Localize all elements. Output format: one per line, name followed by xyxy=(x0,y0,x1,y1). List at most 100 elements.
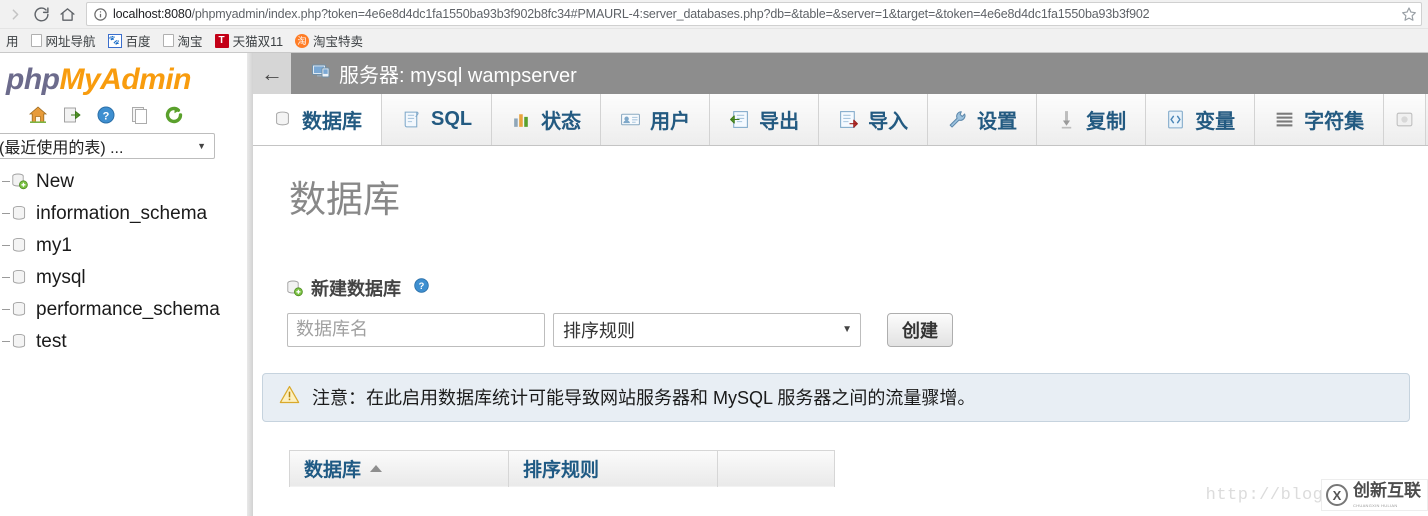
sort-ascending-icon xyxy=(370,465,383,473)
tab-variables[interactable]: 变量 xyxy=(1146,94,1256,145)
table-header-row: 数据库 排序规则 xyxy=(289,449,835,488)
column-header-label: 排序规则 xyxy=(523,460,600,482)
tab-users[interactable]: 用户 xyxy=(601,94,711,145)
server-title: 服务器: mysql wampserver xyxy=(311,59,577,88)
server-header: ← 服务器: mysql wampserver xyxy=(253,53,1428,94)
tab-sql[interactable]: SQL xyxy=(382,94,493,145)
watermark: http://blog.csdn.ne X 创新互联 CHUANGXIN HUL… xyxy=(1206,479,1428,511)
collation-selected-value: 排序规则 xyxy=(563,320,635,341)
tab-settings[interactable]: 设置 xyxy=(928,94,1038,145)
tab-label: 用户 xyxy=(650,111,691,133)
new-database-icon xyxy=(285,279,303,297)
url-path: /phpmyadmin/index.php?token=4e6e8d4dc1fa… xyxy=(191,7,1150,21)
home-icon[interactable] xyxy=(28,105,48,125)
new-database-label: 新建数据库 xyxy=(311,278,401,299)
page-icon xyxy=(30,34,42,47)
url-bar[interactable]: localhost:8080/phpmyadmin/index.php?toke… xyxy=(86,2,1422,26)
docs-icon[interactable] xyxy=(130,105,150,125)
watermark-badge-subtext: CHUANGXIN HULIAN xyxy=(1353,503,1398,508)
sidebar-item-information-schema[interactable]: information_schema xyxy=(0,197,253,229)
sidebar-toolbar: ? xyxy=(0,99,253,129)
tab-export[interactable]: 导出 xyxy=(710,94,820,145)
notice-text: 注意：在此启用数据库统计可能导致网站服务器和 MySQL 服务器之间的流量骤增。 xyxy=(312,388,976,409)
statistics-notice: 注意：在此启用数据库统计可能导致网站服务器和 MySQL 服务器之间的流量骤增。 xyxy=(262,372,1410,422)
database-name-input[interactable] xyxy=(287,312,545,347)
svg-text:?: ? xyxy=(419,281,425,291)
info-circle-icon[interactable] xyxy=(93,7,108,22)
warning-triangle-icon xyxy=(279,385,300,409)
new-database-form: 排序规则 ▼ 创建 xyxy=(287,312,1428,347)
tab-replication[interactable]: 复制 xyxy=(1037,94,1147,145)
bookmark-label: 淘宝特卖 xyxy=(313,35,364,49)
sidebar-item-label: my1 xyxy=(36,234,72,256)
tree-line xyxy=(2,180,10,182)
tab-bar: 数据库 SQL 状态 用户 导出 导入 设置 复制 变量 字符集 xyxy=(253,94,1428,146)
tab-label: SQL xyxy=(431,108,473,130)
bookmark-item[interactable]: 🐾 百度 xyxy=(102,30,157,52)
sidebar-item-test[interactable]: test xyxy=(0,325,253,357)
phpmyadmin-logo[interactable]: phpMyAdmin xyxy=(0,59,253,99)
column-header-database[interactable]: 数据库 xyxy=(289,449,509,488)
bookmark-item[interactable]: 淘宝 xyxy=(157,30,209,52)
bookmark-item[interactable]: 网址导航 xyxy=(25,30,102,52)
bookmark-item[interactable]: T 天猫双11 xyxy=(209,30,289,52)
database-icon xyxy=(10,236,28,254)
sidebar-item-performance-schema[interactable]: performance_schema xyxy=(0,293,253,325)
tab-label: 导入 xyxy=(868,111,909,133)
browser-toolbar: localhost:8080/phpmyadmin/index.php?toke… xyxy=(0,0,1428,28)
recent-tables-label: (最近使用的表) ... xyxy=(0,140,124,157)
sidebar-item-mysql[interactable]: mysql xyxy=(0,261,253,293)
tab-partial-next[interactable] xyxy=(1384,94,1427,145)
sidebar-item-new[interactable]: New xyxy=(0,165,253,197)
tree-line xyxy=(2,276,10,278)
reload-icon[interactable] xyxy=(164,105,184,125)
watermark-logo-icon: X xyxy=(1326,484,1348,506)
star-icon[interactable] xyxy=(1401,6,1417,22)
content-area: 数据库 新建数据库 ? 排序规则 ▼ 创建 xyxy=(253,146,1428,516)
help-icon[interactable]: ? xyxy=(96,105,116,125)
collation-select[interactable]: 排序规则 ▼ xyxy=(553,312,861,347)
tab-label: 变量 xyxy=(1195,111,1236,133)
tab-databases[interactable]: 数据库 xyxy=(253,94,382,145)
back-arrow-icon[interactable] xyxy=(2,1,28,27)
sidebar: phpMyAdmin ? (最近使用的表) ... ▼ New informat… xyxy=(0,53,253,516)
recent-tables-select[interactable]: (最近使用的表) ... ▼ xyxy=(0,133,215,159)
status-chart-icon xyxy=(511,109,532,130)
tree-line xyxy=(2,340,10,342)
users-icon xyxy=(620,109,641,130)
logo-php-text: php xyxy=(6,63,60,96)
sidebar-item-label: information_schema xyxy=(36,202,208,224)
url-text[interactable]: localhost:8080/phpmyadmin/index.php?toke… xyxy=(113,3,1398,25)
tree-line xyxy=(2,244,10,246)
create-button[interactable]: 创建 xyxy=(887,312,953,347)
help-icon[interactable]: ? xyxy=(413,277,430,299)
reload-icon[interactable] xyxy=(28,1,54,27)
chevron-down-icon: ▼ xyxy=(842,324,852,336)
browser-chrome: localhost:8080/phpmyadmin/index.php?toke… xyxy=(0,0,1428,53)
bookmark-item[interactable]: 用 xyxy=(0,30,25,52)
logout-icon[interactable] xyxy=(62,105,82,125)
tmall-icon: T xyxy=(214,33,229,48)
bookmark-item[interactable]: 淘 淘宝特卖 xyxy=(289,30,369,52)
engines-icon xyxy=(1394,109,1415,130)
database-icon xyxy=(10,268,28,286)
home-icon[interactable] xyxy=(54,1,80,27)
phpmyadmin-page: phpMyAdmin ? (最近使用的表) ... ▼ New informat… xyxy=(0,53,1428,516)
logo-myadmin-text: MyAdmin xyxy=(59,63,191,96)
databases-table: 数据库 排序规则 xyxy=(289,449,835,488)
page-title: 数据库 xyxy=(289,179,400,220)
sidebar-item-my1[interactable]: my1 xyxy=(0,229,253,261)
tab-import[interactable]: 导入 xyxy=(819,94,929,145)
import-icon xyxy=(838,109,859,130)
column-header-collation[interactable]: 排序规则 xyxy=(508,449,718,488)
table-header: 数据库 排序规则 xyxy=(289,449,835,488)
database-icon xyxy=(10,204,28,222)
tab-label: 数据库 xyxy=(302,111,362,133)
watermark-badge: X 创新互联 CHUANGXIN HULIAN xyxy=(1321,479,1428,511)
tab-charset[interactable]: 字符集 xyxy=(1255,94,1385,145)
bookmark-label: 网址导航 xyxy=(45,35,96,49)
svg-text:?: ? xyxy=(103,111,110,123)
back-button[interactable]: ← xyxy=(253,53,291,94)
new-database-icon xyxy=(10,172,28,190)
tab-status[interactable]: 状态 xyxy=(492,94,602,145)
